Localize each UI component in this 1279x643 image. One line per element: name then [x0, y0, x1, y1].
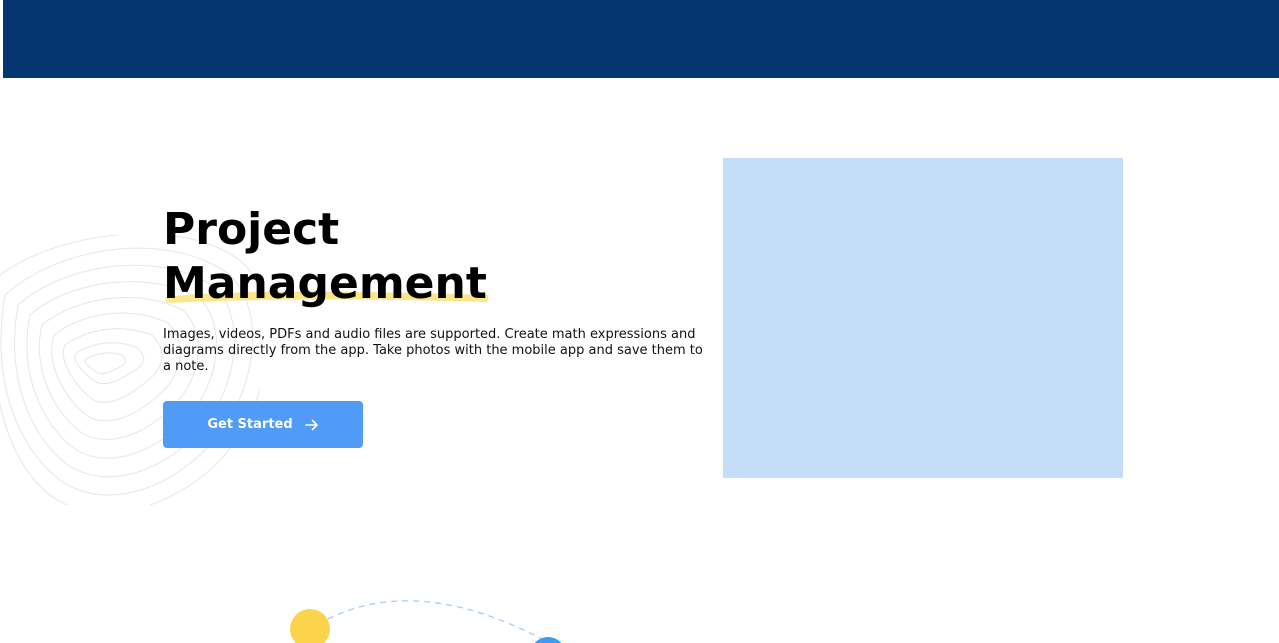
top-navigation-bar [3, 0, 1279, 78]
get-started-label: Get Started [207, 417, 293, 432]
page-title-line-1: Project [163, 204, 340, 255]
orbit-decoration [290, 600, 562, 643]
blue-dot-icon [534, 637, 562, 643]
hero-media-placeholder [723, 158, 1123, 478]
page-title: Project Management [163, 203, 703, 311]
arrow-right-icon [304, 419, 318, 430]
landing-page: Project Management Images, videos, PDFs … [0, 0, 1279, 643]
page-title-line-2: Management [163, 257, 703, 311]
yellow-dot-icon [290, 609, 330, 643]
hero-description: Images, videos, PDFs and audio files are… [163, 327, 703, 374]
page-title-line-2-text: Management [163, 258, 487, 309]
hero-text-block: Project Management Images, videos, PDFs … [163, 203, 703, 375]
get-started-button[interactable]: Get Started [163, 401, 363, 448]
